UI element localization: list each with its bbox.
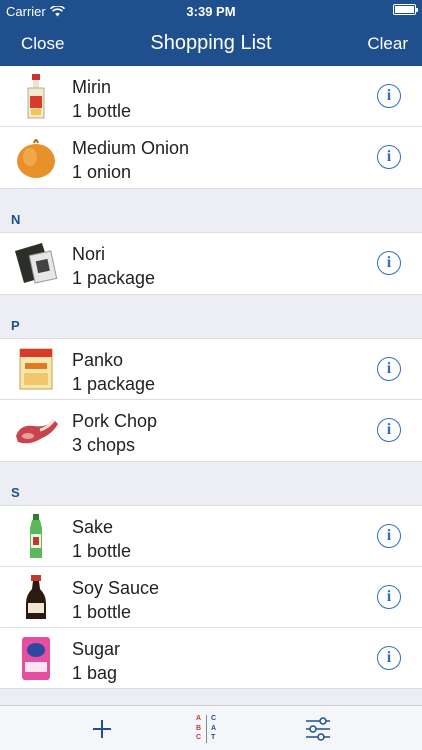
item-name: Mirin [72,77,111,97]
item-quantity: 1 package [72,374,156,394]
battery-icon [393,4,418,15]
sort-letters-category: C A T [211,714,216,743]
item-quantity: 3 chops [72,435,136,455]
bottom-toolbar: A B C C A T [0,705,422,750]
soy-sauce-bottle-icon [12,573,60,621]
pork-chop-icon [12,406,60,454]
list-item[interactable]: Medium Onion 1 onion i [0,127,422,188]
item-quantity: 1 bottle [72,101,132,121]
section-letter: N [11,212,21,227]
item-name: Medium Onion [72,138,190,158]
clock: 3:39 PM [186,4,236,19]
item-name: Soy Sauce [72,578,160,598]
item-name: Pork Chop [72,411,158,431]
clear-button[interactable]: Clear [367,34,408,54]
sliders-icon [306,717,330,741]
info-icon[interactable]: i [377,145,401,169]
sake-bottle-icon [12,512,60,560]
section-header-s: S [0,461,422,506]
mirin-bottle-icon [12,72,60,120]
item-name: Panko [72,350,124,370]
sort-letter: A [211,724,217,732]
sort-letter: C [211,715,217,722]
item-quantity: 1 package [72,268,156,288]
nori-package-icon [12,239,60,287]
info-icon[interactable]: i [377,585,401,609]
list-footer [0,689,422,705]
item-quantity: 1 bottle [72,541,132,561]
section-letter: S [11,485,20,500]
list-item[interactable]: Nori 1 package i [0,233,422,294]
sugar-bag-icon [12,634,60,682]
item-quantity: 1 onion [72,162,132,182]
info-icon[interactable]: i [377,418,401,442]
section-header-p: P [0,294,422,339]
navigation-bar: Close Shopping List Clear [0,22,422,66]
status-right [393,4,418,15]
list-item[interactable]: Sake 1 bottle i [0,506,422,567]
panko-package-icon [12,345,60,393]
onion-icon [12,133,60,181]
list-item[interactable]: Mirin 1 bottle i [0,66,422,127]
sort-toggle-button[interactable]: A B C C A T [194,714,224,744]
list-item[interactable]: Pork Chop 3 chops i [0,400,422,461]
info-icon[interactable]: i [377,646,401,670]
section-header-n: N [0,188,422,233]
sort-letters-alpha: A B C [196,714,201,743]
section-letter: P [11,318,20,333]
plus-icon [93,720,111,738]
item-name: Sake [72,517,114,537]
filter-settings-button[interactable] [303,714,333,744]
shopping-list[interactable]: Mirin 1 bottle i Medium Onion 1 onion i … [0,66,422,705]
info-icon[interactable]: i [377,357,401,381]
item-quantity: 1 bottle [72,602,132,622]
item-quantity: 1 bag [72,663,118,683]
list-item[interactable]: Sugar 1 bag i [0,628,422,689]
status-bar: Carrier 3:39 PM [0,0,422,22]
page-title: Shopping List [150,32,272,54]
info-icon[interactable]: i [377,251,401,275]
item-name: Sugar [72,639,121,659]
add-button[interactable] [87,714,117,744]
sort-letter: B [196,724,202,732]
sort-letter: C [196,734,202,741]
list-item[interactable]: Panko 1 package i [0,339,422,400]
sort-letter: A [196,715,202,722]
info-icon[interactable]: i [377,84,401,108]
abc-cat-sort-icon: A B C C A T [194,714,224,744]
list-item[interactable]: Soy Sauce 1 bottle i [0,567,422,628]
item-name: Nori [72,244,106,264]
sort-letter: T [211,734,216,741]
info-icon[interactable]: i [377,524,401,548]
